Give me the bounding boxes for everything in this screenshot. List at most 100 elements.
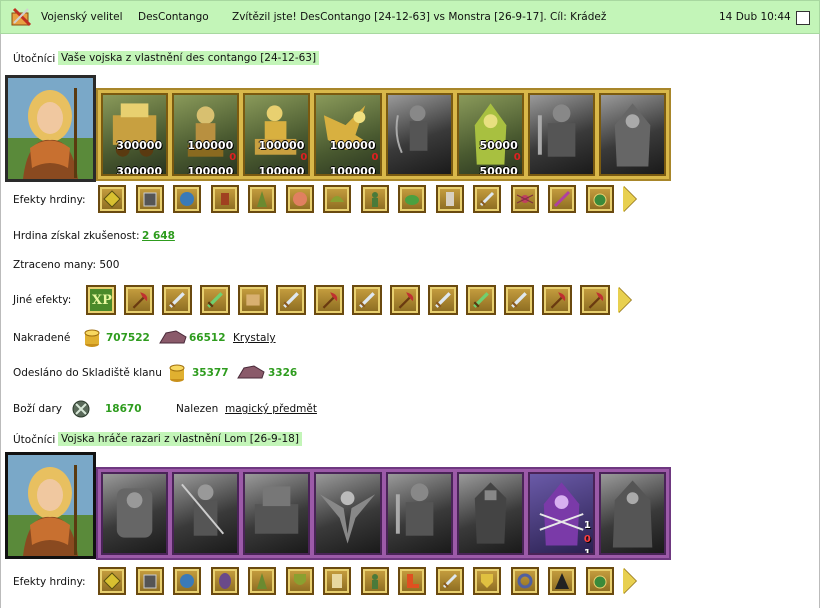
unit-side-number: 1 bbox=[583, 548, 591, 555]
orb-icon[interactable] bbox=[173, 567, 201, 595]
archer-unit[interactable] bbox=[385, 93, 453, 176]
dark-knight-unit[interactable] bbox=[456, 472, 524, 555]
sword-icon[interactable] bbox=[276, 285, 306, 315]
hooded-mage-unit[interactable]: 1 0 1 bbox=[527, 472, 595, 555]
shield-icon[interactable] bbox=[285, 567, 314, 595]
unit-loss: 0 bbox=[371, 152, 379, 163]
sword-icon[interactable] bbox=[473, 185, 501, 213]
header-title: Vojenský velitel bbox=[41, 11, 123, 23]
mage-unit[interactable] bbox=[598, 93, 666, 176]
boot-icon[interactable] bbox=[398, 567, 426, 595]
unit-remaining: 100000 bbox=[187, 165, 234, 176]
mask-icon[interactable] bbox=[210, 567, 239, 595]
knight-unit[interactable]: 100000 0 100000 bbox=[243, 93, 311, 176]
stolen-crystal-value: 66512 bbox=[189, 332, 226, 344]
siege-unit[interactable] bbox=[243, 472, 311, 555]
sword-icon[interactable] bbox=[352, 285, 382, 315]
amulet-icon[interactable] bbox=[585, 185, 614, 213]
armor-icon[interactable] bbox=[135, 185, 164, 213]
griffin-unit[interactable]: 100000 0 100000 bbox=[314, 93, 382, 176]
green-sword-icon[interactable] bbox=[200, 285, 230, 315]
axe-icon[interactable] bbox=[580, 285, 610, 315]
scroll-right-arrow[interactable] bbox=[618, 287, 631, 313]
unit-remaining: 300000 bbox=[116, 165, 163, 176]
gold-coins-icon bbox=[84, 327, 100, 350]
helmet-icon[interactable] bbox=[323, 185, 351, 213]
gem-icon[interactable] bbox=[98, 185, 126, 213]
stolen-label: Nakradené bbox=[13, 332, 71, 344]
orb-icon[interactable] bbox=[173, 185, 201, 213]
other-effects-row: XP bbox=[86, 285, 631, 315]
unit-count: 300000 bbox=[116, 139, 163, 152]
unit-loss: 0 bbox=[300, 152, 308, 163]
armor-icon[interactable] bbox=[135, 567, 164, 595]
totem-icon[interactable] bbox=[248, 185, 276, 213]
spider-icon[interactable] bbox=[510, 185, 539, 213]
xp-badge-label: XP bbox=[92, 293, 112, 308]
scroll-right-arrow[interactable] bbox=[623, 568, 636, 594]
centaur-unit[interactable]: 100000 0 100000 bbox=[172, 93, 240, 176]
sword-icon[interactable] bbox=[435, 567, 464, 595]
samurai-unit[interactable] bbox=[172, 472, 240, 555]
hero-effects-row bbox=[98, 185, 636, 213]
select-checkbox[interactable] bbox=[796, 11, 810, 25]
xp-badge[interactable]: XP bbox=[86, 285, 116, 315]
unit-loss: 0 bbox=[513, 152, 521, 163]
header-date: 14 Dub 10:44 bbox=[719, 11, 791, 23]
druid-unit[interactable]: 50000 0 50000 bbox=[456, 93, 524, 176]
green-sword-icon[interactable] bbox=[466, 285, 496, 315]
xp-value[interactable]: 2 648 bbox=[142, 230, 175, 242]
unit-remaining: 100000 bbox=[258, 165, 305, 176]
report-header: Vojenský velitel DesContango Zvítězil js… bbox=[0, 0, 820, 34]
crest-icon[interactable] bbox=[473, 567, 501, 595]
warrior-unit[interactable] bbox=[527, 93, 595, 176]
lantern-icon[interactable] bbox=[210, 185, 239, 213]
sword-icon[interactable] bbox=[162, 285, 192, 315]
found-label: Nalezen bbox=[176, 403, 219, 415]
wand-icon[interactable] bbox=[548, 185, 576, 213]
gem-icon[interactable] bbox=[98, 567, 126, 595]
cloak-icon[interactable] bbox=[548, 567, 576, 595]
scroll-icon[interactable] bbox=[238, 285, 268, 315]
amulet-icon[interactable] bbox=[585, 567, 614, 595]
unit-loss: 0 bbox=[229, 152, 237, 163]
crystal-icon bbox=[158, 329, 188, 348]
unit-remaining: 50000 bbox=[479, 165, 518, 176]
army-title: Vaše vojska z vlastnění des contango [24… bbox=[58, 51, 320, 65]
unit-remaining: 100000 bbox=[329, 165, 376, 176]
army-unit-row: 1 0 1 bbox=[96, 467, 671, 560]
sword-icon[interactable] bbox=[428, 285, 458, 315]
attacker-label: Útočníci bbox=[13, 434, 56, 446]
gold-cart-unit[interactable]: 300000 300000 bbox=[101, 93, 169, 176]
axe-icon[interactable] bbox=[314, 285, 344, 315]
effects-label: Efekty hrdiny: bbox=[13, 194, 86, 206]
battle-report-icon bbox=[10, 7, 32, 29]
gold-coins-icon bbox=[169, 362, 185, 385]
crystals-link[interactable]: Krystaly bbox=[233, 332, 276, 344]
attacker-label: Útočníci bbox=[13, 53, 56, 65]
wraith-unit[interactable] bbox=[598, 472, 666, 555]
axe-icon[interactable] bbox=[542, 285, 572, 315]
axe-icon[interactable] bbox=[124, 285, 154, 315]
frog-icon[interactable] bbox=[398, 185, 426, 213]
golem-unit[interactable] bbox=[101, 472, 169, 555]
sent-to-clan-label: Odesláno do Skladiště klanu bbox=[13, 367, 162, 379]
warrior-unit[interactable] bbox=[385, 472, 453, 555]
magic-item-link[interactable]: magický předmět bbox=[225, 403, 317, 415]
figure-icon[interactable] bbox=[360, 185, 389, 213]
divine-gifts-value: 18670 bbox=[105, 403, 142, 415]
angel-unit[interactable] bbox=[314, 472, 382, 555]
figure-icon[interactable] bbox=[360, 567, 389, 595]
gauntlet-icon[interactable] bbox=[435, 185, 464, 213]
fist-icon[interactable] bbox=[285, 185, 314, 213]
sword-icon[interactable] bbox=[504, 285, 534, 315]
scroll-right-arrow[interactable] bbox=[623, 186, 636, 212]
axe-icon[interactable] bbox=[390, 285, 420, 315]
totem-icon[interactable] bbox=[248, 567, 276, 595]
bracelet-icon[interactable] bbox=[510, 567, 539, 595]
sent-gold-value: 35377 bbox=[192, 367, 229, 379]
banner-icon[interactable] bbox=[323, 567, 351, 595]
divine-gifts-label: Boží dary bbox=[13, 403, 63, 415]
xp-label: Hrdina získal zkušenost: bbox=[13, 230, 140, 242]
stolen-gold-value: 707522 bbox=[106, 332, 150, 344]
